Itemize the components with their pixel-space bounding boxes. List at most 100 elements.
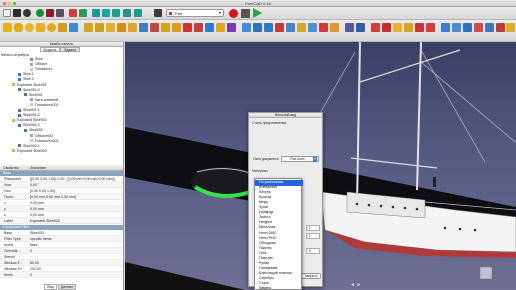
join-embed-icon[interactable] [297,23,306,32]
property-row[interactable]: Label Exploded Slice003 [0,218,123,224]
chamfer-icon[interactable] [128,23,137,32]
paste-icon[interactable] [56,9,64,17]
redo-icon[interactable] [79,9,87,17]
measure-angular-icon[interactable] [382,23,391,32]
cut-boolean-icon[interactable] [253,23,262,32]
projection-icon[interactable] [227,23,236,32]
sweep-icon[interactable] [172,23,181,32]
shape-builder-icon[interactable] [69,23,78,32]
plane-icon [30,103,33,107]
property-list-filter: Base Slice003 Filter Type specific items Inv… [0,230,123,278]
measure-toggle-3d-icon[interactable] [415,23,424,32]
macro-icon[interactable] [102,9,110,17]
tree-item-label: Slice001.2 [23,113,40,118]
tab-model[interactable]: Модель [40,47,60,52]
primitives-icon[interactable] [58,23,67,32]
torus-icon[interactable] [47,23,56,32]
revolve-icon[interactable] [95,23,104,32]
hand-icon[interactable] [123,9,131,17]
part-icon [18,144,21,148]
play-macro-button[interactable] [253,8,262,18]
tree-item-label: Slice001.0 [23,87,40,92]
color-per-face-icon[interactable] [452,23,461,32]
undo-icon[interactable] [69,9,77,17]
cube-icon[interactable] [3,23,12,32]
ruled-surface-icon[interactable] [150,23,159,32]
measure-refresh-icon[interactable] [393,23,402,32]
measure-clear-icon[interactable] [404,23,413,32]
section-icon[interactable] [183,23,192,32]
tree-item-label: Exploded Slice003 [17,148,47,153]
slice-plane-lower [125,262,245,290]
cone-icon[interactable] [36,23,45,32]
tab-data[interactable]: Данные [58,284,76,290]
tab-view[interactable]: Вид [44,284,57,290]
line-width-spinbox[interactable]: 2 [306,233,320,239]
model-tree: Slice Объект Плоскость Slice.1 Slice.2 Explod… [0,57,123,157]
fillet-icon[interactable] [117,23,126,32]
tab-tasks[interactable]: Задачи [60,47,80,52]
tree-item-label: Slice002 [29,128,43,133]
cross-sections-icon[interactable] [194,23,203,32]
join-connect-icon[interactable] [286,23,295,32]
help-icon[interactable] [154,9,162,17]
split-icon[interactable] [319,23,328,32]
boolean-icon[interactable] [242,23,251,32]
tree-item-label: Slice001.1 [23,108,40,112]
material-dropdown[interactable]: По умолчанию Алюминий Латунь Бронза Медь Хром… [254,178,303,290]
mirror-icon[interactable] [106,23,115,32]
rigging-line [420,49,486,163]
cylinder-icon[interactable] [14,23,23,32]
part-icon [18,123,21,127]
sphere-icon[interactable] [25,23,34,32]
shape-info-icon[interactable] [485,23,494,32]
refresh-icon[interactable] [92,9,100,17]
record-macro-button[interactable] [229,9,238,18]
save-icon[interactable] [23,9,31,17]
create-simple-copy-icon[interactable] [463,23,472,32]
workbench-select[interactable]: Part ▾ [166,9,224,17]
tree-item-label: Объект [35,62,48,67]
copy-icon[interactable] [46,9,54,17]
common-icon[interactable] [275,23,284,32]
tree-item-label: Slice.2 [23,77,34,82]
make-face-icon[interactable] [139,23,148,32]
stop-macro-button[interactable] [241,9,250,18]
extrude-icon[interactable] [84,23,93,32]
property-row[interactable]: Items 0 [0,272,123,278]
loft-icon[interactable] [161,23,170,32]
thickness-icon[interactable] [216,23,225,32]
offset-icon[interactable] [205,23,214,32]
link-icon [30,57,33,61]
transparency-spinbox[interactable]: 0 [306,248,320,254]
part-icon [24,93,27,97]
check-geometry-icon[interactable] [345,23,354,32]
new-document-icon[interactable] [3,9,11,17]
compound-tools-icon[interactable] [330,23,339,32]
cut-icon[interactable] [36,9,44,17]
open-icon[interactable] [13,9,21,17]
material-option[interactable]: Камень [255,286,303,290]
more-tools-icon[interactable] [506,23,515,32]
measure-linear-icon[interactable] [371,23,380,32]
display-mode-select[interactable]: Flat Lines ▾ [281,156,319,162]
tree-item-label: Плоскость [35,67,53,72]
tree-item[interactable]: Exploded Slice003 [0,149,123,154]
attachment-icon[interactable] [441,23,450,32]
display-style-section: Стиль представления [252,121,287,125]
tree-item-label: Плоскость001 [35,102,59,107]
close-button[interactable]: Закрыть [301,273,321,279]
property-name: Items [4,273,13,277]
box-select-icon[interactable] [112,9,120,17]
folder-icon [12,118,15,122]
join-cutout-icon[interactable] [308,23,317,32]
view-toolbar [128,33,516,41]
fuse-icon[interactable] [264,23,273,32]
refine-shape-icon[interactable] [474,23,483,32]
chevron-down-icon: ▾ [218,10,221,15]
whats-this-icon[interactable] [134,9,142,17]
point-size-spinbox[interactable]: 2 [306,225,320,231]
defeaturing-icon[interactable] [356,23,365,32]
export-icon[interactable] [496,23,505,32]
measure-toggle-delta-icon[interactable] [426,23,435,32]
